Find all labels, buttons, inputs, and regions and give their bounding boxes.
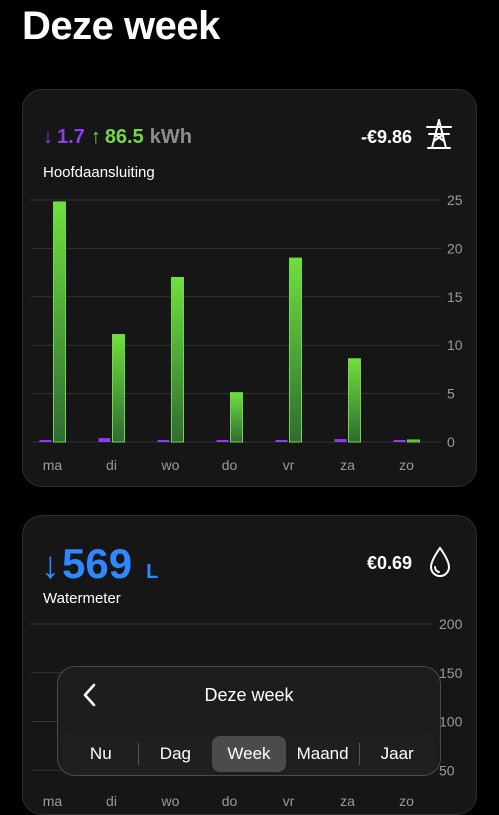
y-tick-label: 10 bbox=[447, 337, 463, 353]
x-tick-label: wo bbox=[161, 457, 180, 473]
export-bar bbox=[230, 392, 243, 443]
import-bar bbox=[334, 439, 347, 442]
export-bar bbox=[407, 439, 420, 443]
import-bar bbox=[393, 440, 406, 442]
energy-chart: 0 5 10 15 20 25 ma di wo do vr za zo bbox=[31, 192, 463, 473]
period-option-week[interactable]: Week bbox=[212, 736, 286, 772]
period-option-nu[interactable]: Nu bbox=[64, 736, 138, 772]
y-tick-label: 15 bbox=[447, 289, 463, 305]
export-bar bbox=[289, 257, 302, 443]
page-title: Deze week bbox=[22, 4, 220, 48]
period-option-jaar[interactable]: Jaar bbox=[360, 736, 434, 772]
x-tick-label: do bbox=[222, 457, 238, 473]
period-option-maand[interactable]: Maand bbox=[286, 736, 360, 772]
x-tick-label: wo bbox=[161, 793, 180, 809]
y-tick-label: 25 bbox=[447, 192, 463, 208]
y-tick-label: 0 bbox=[439, 811, 447, 815]
y-tick-label: 50 bbox=[439, 762, 455, 778]
x-tick-label: di bbox=[106, 457, 117, 473]
y-tick-label: 200 bbox=[439, 616, 463, 632]
y-tick-label: 100 bbox=[439, 714, 463, 730]
x-tick-label: ma bbox=[43, 457, 63, 473]
energy-card[interactable]: ↓ 1.7 ↑ 86.5 kWh -€9.86 Hoofdaansluiting… bbox=[22, 89, 477, 487]
picker-title: Deze week bbox=[204, 685, 294, 705]
x-tick-label: do bbox=[222, 793, 238, 809]
x-tick-label: vr bbox=[283, 457, 295, 473]
x-tick-label: zo bbox=[399, 793, 414, 809]
x-tick-label: zo bbox=[399, 457, 414, 473]
x-tick-label: di bbox=[106, 793, 117, 809]
x-tick-label: vr bbox=[283, 793, 295, 809]
y-tick-label: 150 bbox=[439, 665, 463, 681]
export-bar bbox=[348, 358, 361, 443]
x-tick-label: ma bbox=[43, 793, 63, 809]
export-bar bbox=[112, 334, 125, 443]
y-tick-label: 20 bbox=[447, 240, 463, 256]
import-bar bbox=[216, 440, 229, 442]
export-bar bbox=[171, 276, 184, 443]
export-bar bbox=[53, 201, 66, 443]
period-segmented-control: Nu Dag Week Maand Jaar bbox=[62, 733, 436, 775]
period-picker: Deze week Nu Dag Week Maand Jaar bbox=[57, 666, 441, 776]
import-bar bbox=[98, 438, 111, 442]
x-tick-label: za bbox=[340, 457, 355, 473]
import-bar bbox=[39, 440, 52, 442]
period-option-dag[interactable]: Dag bbox=[139, 736, 213, 772]
import-bar bbox=[157, 440, 170, 442]
y-tick-label: 0 bbox=[447, 434, 455, 450]
y-tick-label: 5 bbox=[447, 386, 455, 402]
x-tick-label: za bbox=[340, 793, 355, 809]
import-bar bbox=[275, 440, 288, 442]
